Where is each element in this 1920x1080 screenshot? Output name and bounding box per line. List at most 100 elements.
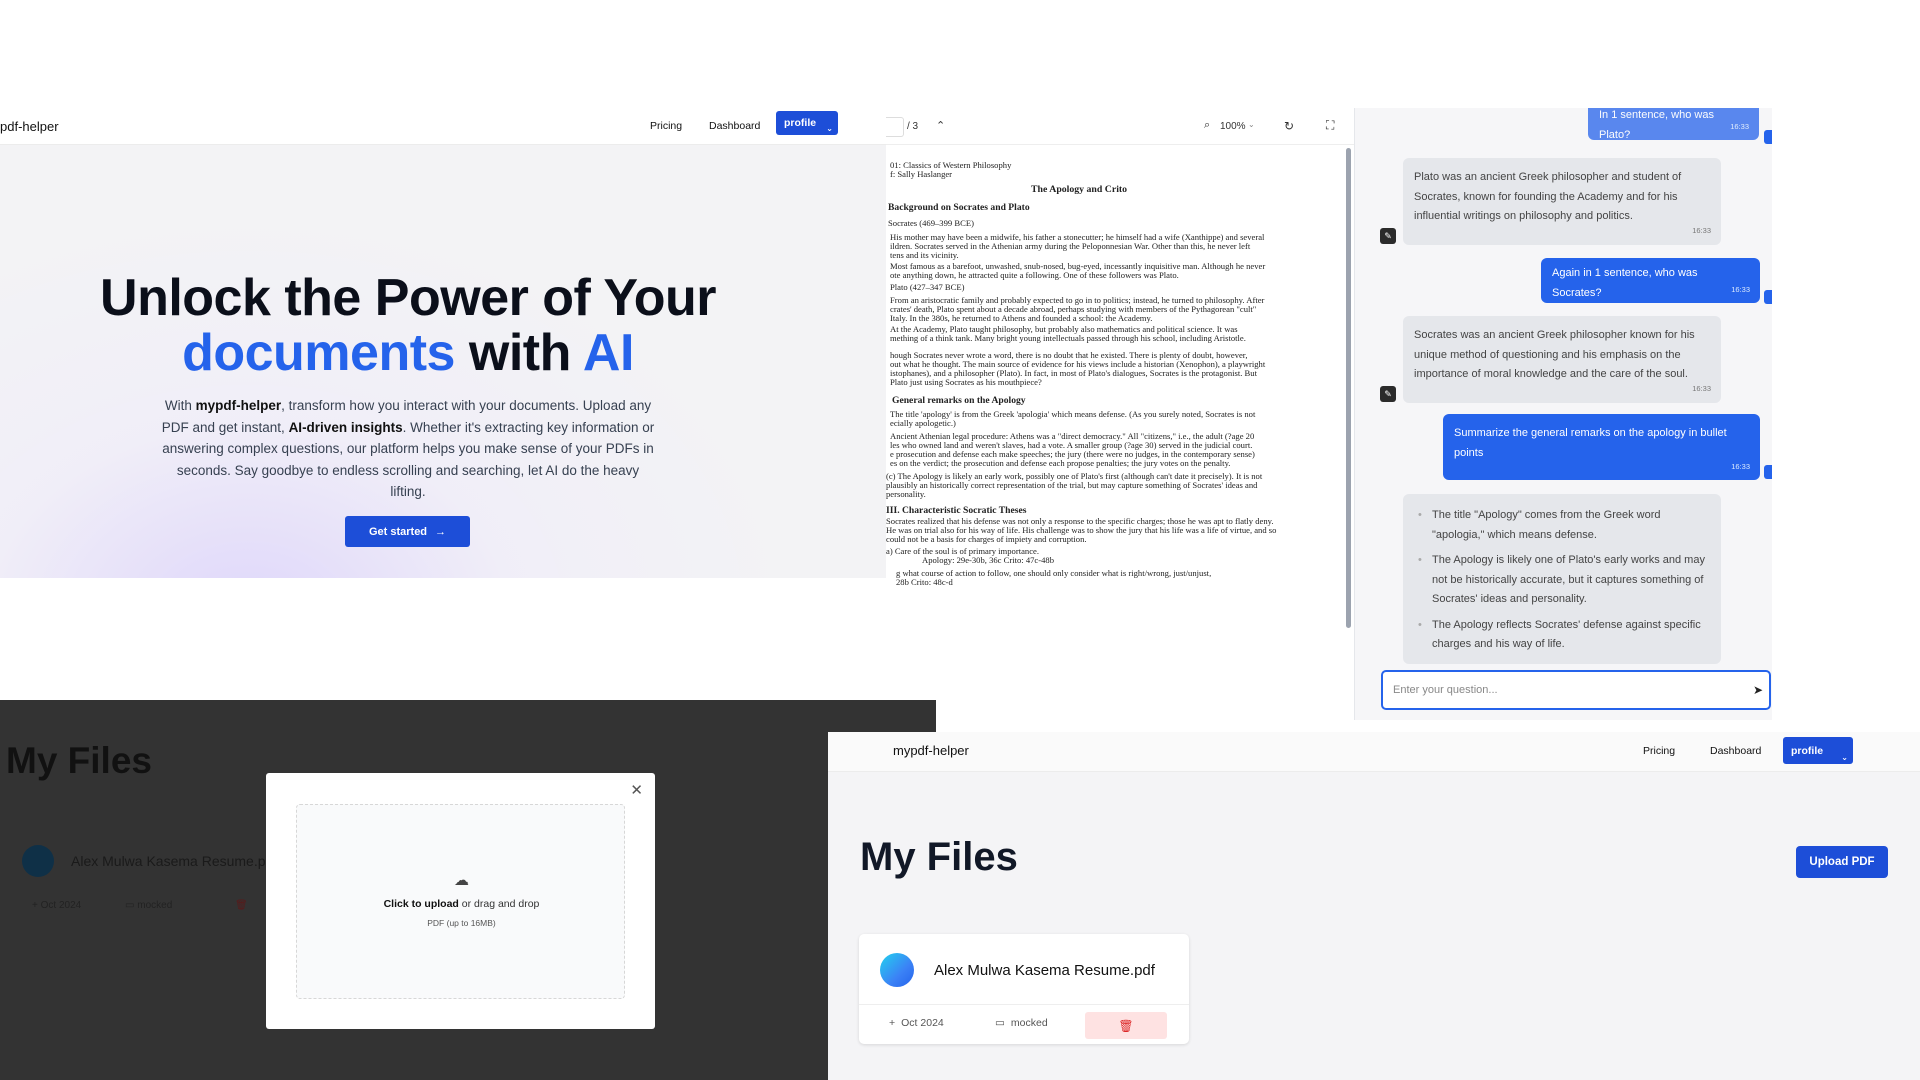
ai-message: Plato was an ancient Greek philosopher a… [1403, 158, 1721, 245]
message-time: 16:33 [1692, 226, 1711, 235]
hero-word-documents: documents [182, 324, 455, 382]
user-message: Again in 1 sentence, who was Socrates? 1… [1541, 258, 1760, 303]
file-card[interactable]: Alex Mulwa Kasema Resume.pdf + Oct 2024 ▭… [859, 934, 1189, 1044]
chevron-down-icon: ⌄ [826, 124, 833, 133]
profile-button[interactable]: profile ⌄ [1783, 737, 1853, 764]
pdf-text-line: f: Sally Haslanger [890, 169, 953, 179]
hero-description: With mypdf-helper, transform how you int… [160, 395, 656, 503]
pdf-text-line: ecially apologetic.) [890, 418, 956, 428]
pdf-text-line: es on the verdict; the prosecution and d… [890, 458, 1231, 468]
ai-message: Socrates was an ancient Greek philosophe… [1403, 316, 1721, 403]
pdf-text-line: Plato (427–347 BCE) [890, 282, 965, 292]
message-text: Again in 1 sentence, who was Socrates? [1552, 267, 1698, 299]
pdf-text-line: Background on Socrates and Plato [888, 202, 1030, 213]
profile-label: profile [1791, 744, 1824, 757]
ai-avatar-icon: ✎ [1380, 228, 1396, 244]
nav-pricing-link[interactable]: Pricing [1643, 745, 1675, 757]
search-icon[interactable]: ⌕ [1204, 119, 1210, 132]
pdf-text-line: mething of a think tank. Many bright you… [890, 333, 1246, 343]
chat-panel: In 1 sentence, who was Plato? 16:33 Plat… [1354, 108, 1772, 720]
pdf-text-line: ote anything down, he attracted quite a … [890, 270, 1179, 280]
chevron-down-icon: ⌄ [1841, 753, 1848, 762]
nav-dashboard-link[interactable]: Dashboard [709, 120, 760, 132]
files-light-panel: mypdf-helper Pricing Dashboard profile ⌄… [828, 732, 1920, 1080]
file-status-text: mocked [1010, 1017, 1048, 1029]
pdf-text-line: Apology: 29e-30b, 36c Crito: 47c-48b [922, 555, 1054, 565]
chat-icon: ▭ [125, 900, 138, 911]
file-date-text: Oct 2024 [901, 1017, 944, 1029]
question-placeholder: Enter your question... [1393, 684, 1498, 696]
upload-limit: PDF (up to 16MB) [427, 918, 496, 928]
click-to-upload[interactable]: Click to upload [384, 898, 459, 910]
hero-word-ai: AI [582, 324, 635, 382]
trash-icon[interactable]: 🗑 [235, 900, 248, 911]
message-text: Summarize the general remarks on the apo… [1454, 427, 1727, 459]
file-date-text: Oct 2024 [40, 900, 82, 911]
pdf-text-line: tens and its vicinity. [890, 250, 959, 260]
user-avatar-icon [1764, 130, 1772, 144]
file-status-text: mocked [137, 900, 173, 911]
pdf-text-line: III. Characteristic Socratic Theses [886, 505, 1027, 516]
bullet-item: The Apology is likely one of Plato's ear… [1414, 551, 1710, 610]
pdf-text-line: Plato just using Socrates as his mouthpi… [890, 377, 1042, 387]
zoom-level[interactable]: 100% [1220, 121, 1246, 132]
bullet-item: The Apology reflects Socrates' defense a… [1414, 616, 1710, 655]
file-date: + Oct 2024 [32, 900, 81, 911]
pdf-scrollbar[interactable] [1346, 148, 1351, 628]
hero-desc-bold: AI-driven insights [288, 419, 403, 435]
get-started-button[interactable]: Get started → [345, 516, 470, 547]
pdf-page-content: 01: Classics of Western Philosophy f: Sal… [886, 146, 1346, 714]
chevron-down-icon[interactable]: ⌄ [1248, 120, 1255, 129]
user-avatar-icon [1764, 465, 1772, 479]
plus-icon: + [32, 900, 41, 911]
fullscreen-icon[interactable]: ⛶ [1326, 118, 1334, 133]
landing-page-panel: pdf-helper Pricing Dashboard profile ⌄ U… [0, 108, 886, 578]
nav-dashboard-link[interactable]: Dashboard [1710, 745, 1761, 757]
user-avatar-icon [1764, 290, 1772, 304]
upload-pdf-button[interactable]: Upload PDF [1796, 846, 1888, 878]
bullet-item: The title "Apology" comes from the Greek… [1414, 506, 1710, 545]
pdf-viewer-panel: / 3 ⌃ ⌕ 100% ⌄ ↻ ⛶ 01: Classics of Weste… [886, 108, 1354, 714]
brand-logo[interactable]: mypdf-helper [893, 743, 969, 758]
plus-icon: + [889, 1017, 896, 1029]
close-icon[interactable]: ✕ [630, 781, 643, 799]
message-text: Plato was an ancient Greek philosopher a… [1414, 171, 1682, 222]
dropzone-text: Click to upload or drag and drop [297, 898, 626, 910]
drag-text: or drag and drop [458, 898, 540, 910]
bullet-list: The title "Apology" comes from the Greek… [1414, 506, 1710, 655]
cloud-icon: ☁ [454, 872, 469, 889]
pdf-toolbar: / 3 ⌃ ⌕ 100% ⌄ ↻ ⛶ [886, 108, 1354, 145]
message-time: 16:33 [1731, 461, 1750, 471]
pdf-text-line: The Apology and Crito [1031, 184, 1128, 195]
pdf-text-line: 28b Crito: 48c-d [896, 577, 953, 587]
hero-desc-brand: mypdf-helper [195, 398, 282, 413]
profile-button[interactable]: profile ⌄ [776, 111, 838, 135]
upload-dropzone[interactable]: ☁ Click to upload or drag and drop PDF (… [296, 804, 625, 999]
my-files-title: My Files [6, 740, 152, 781]
refresh-icon[interactable]: ↻ [1284, 119, 1294, 133]
file-avatar [880, 953, 914, 987]
brand-logo[interactable]: pdf-helper [0, 119, 59, 134]
message-time: 16:33 [1731, 284, 1750, 294]
message-text: In 1 sentence, who was Plato? [1599, 109, 1714, 141]
nav-pricing-link[interactable]: Pricing [650, 120, 682, 132]
chevron-up-icon[interactable]: ⌃ [936, 119, 945, 132]
question-input[interactable]: Enter your question... ➤ [1381, 670, 1771, 710]
page-number-input[interactable] [886, 117, 904, 137]
send-icon[interactable]: ➤ [1753, 683, 1763, 697]
user-message: In 1 sentence, who was Plato? 16:33 [1588, 108, 1759, 141]
file-date: + Oct 2024 [889, 1017, 944, 1029]
file-name[interactable]: Alex Mulwa Kasema Resume.pdf [934, 962, 1155, 979]
pdf-text-line: plausibly an historically correct repres… [886, 480, 1258, 490]
pdf-text-line: General remarks on the Apology [892, 395, 1026, 406]
page-total: / 3 [907, 121, 919, 132]
file-status: ▭ mocked [125, 900, 172, 911]
file-name[interactable]: Alex Mulwa Kasema Resume.pdf [71, 853, 277, 869]
files-dark-panel: My Files Alex Mulwa Kasema Resume.pdf + … [0, 700, 936, 1080]
delete-button[interactable]: 🗑 [1085, 1012, 1167, 1039]
upload-modal: ✕ ☁ Click to upload or drag and drop PDF… [266, 773, 655, 1029]
pdf-text-line: personality. [886, 489, 926, 499]
hero-desc-part: With [164, 398, 196, 413]
get-started-label: Get started [368, 525, 428, 538]
landing-navbar: pdf-helper Pricing Dashboard profile ⌄ [0, 108, 886, 145]
